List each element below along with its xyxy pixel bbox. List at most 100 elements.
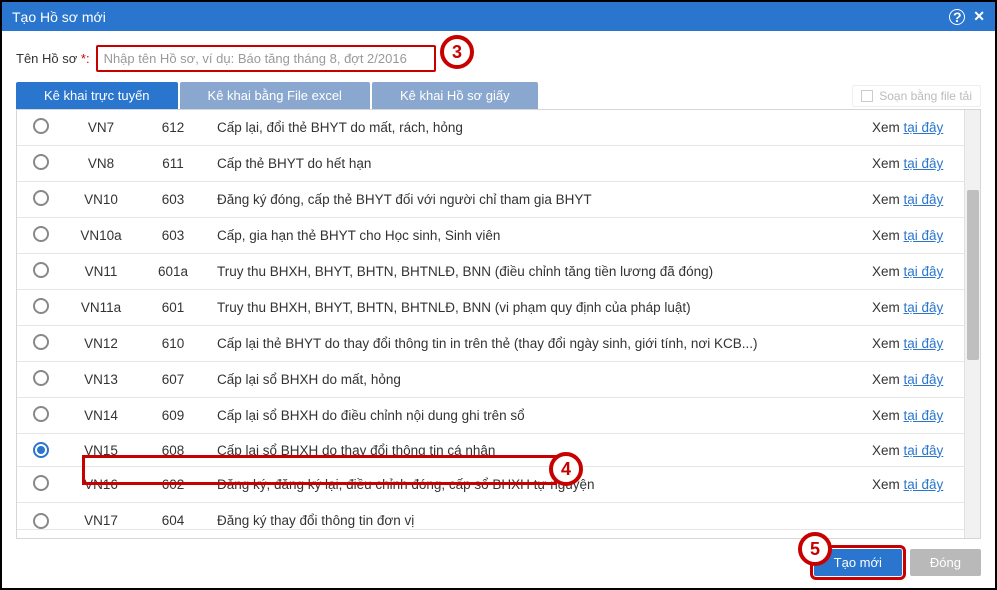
table-row[interactable]: VN17604Đăng ký thay đổi thông tin đơn vị [17, 503, 964, 530]
help-icon[interactable]: ? [949, 9, 965, 25]
table-row[interactable]: VN16602Đăng ký, đăng ký lại, điều chỉnh … [17, 467, 964, 503]
row-link-cell: Xem tại đây [864, 182, 964, 218]
row-number: 609 [137, 398, 209, 434]
view-label: Xem [872, 336, 904, 351]
table-row[interactable]: VN10603Đăng ký đóng, cấp thẻ BHYT đối vớ… [17, 182, 964, 218]
row-desc: Đăng ký, đăng ký lại, điều chỉnh đóng, c… [209, 467, 864, 503]
view-here-link[interactable]: tại đây [904, 336, 944, 351]
name-label: Tên Hồ sơ *: [16, 51, 90, 66]
row-link-cell: Xem tại đây [864, 467, 964, 503]
step-badge-3: 3 [440, 35, 474, 69]
row-number: 608 [137, 434, 209, 467]
row-number: 602 [137, 467, 209, 503]
row-link-cell: Xem tại đây [864, 218, 964, 254]
row-radio[interactable] [33, 262, 49, 278]
dialog-title: Tạo Hồ sơ mới [12, 9, 106, 25]
row-radio[interactable] [33, 475, 49, 491]
table-row[interactable]: VN8611Cấp thẻ BHYT do hết hạnXem tại đây [17, 146, 964, 182]
file-type-hint-label: Soạn bằng file tải [879, 89, 972, 103]
view-label: Xem [872, 408, 904, 423]
view-label: Xem [872, 156, 904, 171]
row-number: 604 [137, 503, 209, 530]
table-row[interactable]: VN11601aTruy thu BHXH, BHYT, BHTN, BHTNL… [17, 254, 964, 290]
view-label: Xem [872, 264, 904, 279]
row-number: 611 [137, 146, 209, 182]
row-number: 601 [137, 290, 209, 326]
tab-excel[interactable]: Kê khai bằng File excel [180, 82, 370, 109]
row-number: 603 [137, 182, 209, 218]
row-code: VN7 [65, 110, 137, 146]
view-label: Xem [872, 228, 904, 243]
view-here-link[interactable]: tại đây [904, 477, 944, 492]
procedure-table: VN7612Cấp lại, đổi thẻ BHYT do mất, rách… [17, 110, 964, 530]
table-row[interactable]: VN12610Cấp lại thẻ BHYT do thay đổi thôn… [17, 326, 964, 362]
row-link-cell: Xem tại đây [864, 434, 964, 467]
row-code: VN14 [65, 398, 137, 434]
scrollbar-thumb[interactable] [967, 190, 979, 360]
procedure-table-wrap: VN7612Cấp lại, đổi thẻ BHYT do mất, rách… [16, 109, 981, 539]
row-radio[interactable] [33, 334, 49, 350]
row-link-cell: Xem tại đây [864, 254, 964, 290]
row-radio[interactable] [33, 370, 49, 386]
view-label: Xem [872, 372, 904, 387]
view-label: Xem [872, 300, 904, 315]
close-icon[interactable]: ✕ [973, 8, 985, 25]
view-here-link[interactable]: tại đây [904, 443, 944, 458]
row-radio[interactable] [33, 298, 49, 314]
view-label: Xem [872, 120, 904, 135]
row-desc: Đăng ký đóng, cấp thẻ BHYT đối với người… [209, 182, 864, 218]
row-number: 612 [137, 110, 209, 146]
tab-paper[interactable]: Kê khai Hồ sơ giấy [372, 82, 538, 109]
row-desc: Truy thu BHXH, BHYT, BHTN, BHTNLĐ, BNN (… [209, 254, 864, 290]
view-label: Xem [872, 443, 904, 458]
row-radio[interactable] [33, 442, 49, 458]
scrollbar[interactable] [964, 110, 980, 538]
row-radio[interactable] [33, 513, 49, 529]
view-here-link[interactable]: tại đây [904, 228, 944, 243]
row-desc: Đăng ký thay đổi thông tin đơn vị [209, 503, 864, 530]
view-here-link[interactable]: tại đây [904, 156, 944, 171]
row-link-cell: Xem tại đây [864, 110, 964, 146]
file-type-hint[interactable]: Soạn bằng file tải [852, 85, 981, 107]
checkbox-icon [861, 90, 873, 102]
row-code: VN12 [65, 326, 137, 362]
row-link-cell: Xem tại đây [864, 146, 964, 182]
table-row[interactable]: VN13607Cấp lại sổ BHXH do mất, hỏngXem t… [17, 362, 964, 398]
row-code: VN10a [65, 218, 137, 254]
row-desc: Cấp lại sổ BHXH do điều chỉnh nội dung g… [209, 398, 864, 434]
row-desc: Truy thu BHXH, BHYT, BHTN, BHTNLĐ, BNN (… [209, 290, 864, 326]
view-here-link[interactable]: tại đây [904, 120, 944, 135]
view-here-link[interactable]: tại đây [904, 372, 944, 387]
view-here-link[interactable]: tại đây [904, 408, 944, 423]
row-radio[interactable] [33, 226, 49, 242]
row-desc: Cấp lại, đổi thẻ BHYT do mất, rách, hỏng [209, 110, 864, 146]
view-here-link[interactable]: tại đây [904, 300, 944, 315]
row-code: VN15 [65, 434, 137, 467]
row-code: VN10 [65, 182, 137, 218]
table-row[interactable]: VN15608Cấp lại sổ BHXH do thay đổi thông… [17, 434, 964, 467]
table-row[interactable]: VN7612Cấp lại, đổi thẻ BHYT do mất, rách… [17, 110, 964, 146]
table-row[interactable]: VN11a601Truy thu BHXH, BHYT, BHTN, BHTNL… [17, 290, 964, 326]
row-radio[interactable] [33, 118, 49, 134]
view-label: Xem [872, 477, 904, 492]
row-link-cell: Xem tại đây [864, 398, 964, 434]
row-link-cell: Xem tại đây [864, 362, 964, 398]
view-label: Xem [872, 192, 904, 207]
row-radio[interactable] [33, 190, 49, 206]
close-button[interactable]: Đóng [910, 549, 981, 576]
row-code: VN17 [65, 503, 137, 530]
row-desc: Cấp lại thẻ BHYT do thay đổi thông tin i… [209, 326, 864, 362]
view-here-link[interactable]: tại đây [904, 192, 944, 207]
row-number: 610 [137, 326, 209, 362]
row-radio[interactable] [33, 154, 49, 170]
view-here-link[interactable]: tại đây [904, 264, 944, 279]
table-row[interactable]: VN14609Cấp lại sổ BHXH do điều chỉnh nội… [17, 398, 964, 434]
row-radio[interactable] [33, 406, 49, 422]
record-name-input[interactable] [96, 45, 436, 72]
table-row[interactable]: VN10a603Cấp, gia hạn thẻ BHYT cho Học si… [17, 218, 964, 254]
row-desc: Cấp lại sổ BHXH do mất, hỏng [209, 362, 864, 398]
name-row: Tên Hồ sơ *: [2, 31, 995, 82]
tab-online[interactable]: Kê khai trực tuyến [16, 82, 178, 109]
row-link-cell: Xem tại đây [864, 290, 964, 326]
row-code: VN8 [65, 146, 137, 182]
